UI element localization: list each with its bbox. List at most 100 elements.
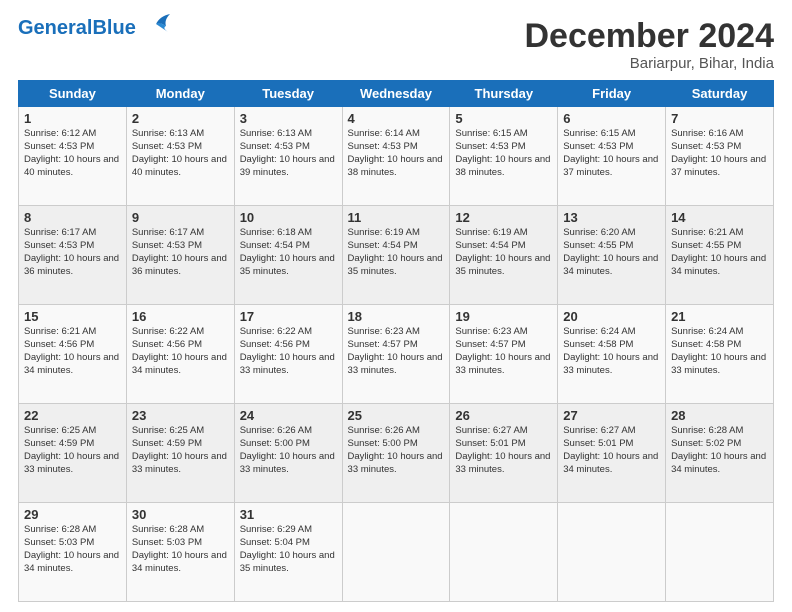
day-number: 1	[24, 111, 121, 126]
day-number: 4	[348, 111, 445, 126]
table-row: 7Sunrise: 6:16 AM Sunset: 4:53 PM Daylig…	[666, 107, 774, 206]
logo-bird-icon	[138, 10, 174, 38]
col-tuesday: Tuesday	[234, 81, 342, 107]
day-number: 10	[240, 210, 337, 225]
table-row: 23 Sunrise: 6:25 AM Sunset: 4:59 PM Dayli…	[126, 404, 234, 503]
table-row: 25 Sunrise: 6:26 AM Sunset: 5:00 PM Dayli…	[342, 404, 450, 503]
day-info: Sunrise: 6:21 AM Sunset: 4:55 PM Dayligh…	[671, 227, 768, 278]
day-info: Sunrise: 6:21 AM Sunset: 4:56 PM Dayligh…	[24, 326, 121, 377]
day-info: Sunrise: 6:25 AM Sunset: 4:59 PM Dayligh…	[24, 425, 121, 476]
table-row: 26Sunrise: 6:27 AM Sunset: 5:01 PM Dayli…	[450, 404, 558, 503]
day-number: 5	[455, 111, 552, 126]
day-number: 14	[671, 210, 768, 225]
title-block: December 2024 Bariarpur, Bihar, India	[524, 18, 774, 72]
day-number: 17	[240, 309, 337, 324]
day-info: Sunrise: 6:18 AM Sunset: 4:54 PM Dayligh…	[240, 227, 337, 278]
table-row: 15Sunrise: 6:21 AM Sunset: 4:56 PM Dayli…	[19, 305, 127, 404]
day-number: 2	[132, 111, 229, 126]
day-info: Sunrise: 6:27 AM Sunset: 5:01 PM Dayligh…	[563, 425, 660, 476]
table-row: 28Sunrise: 6:28 AM Sunset: 5:02 PM Dayli…	[666, 404, 774, 503]
day-number: 21	[671, 309, 768, 324]
table-row: 24Sunrise: 6:26 AM Sunset: 5:00 PM Dayli…	[234, 404, 342, 503]
table-row: 10 Sunrise: 6:18 AM Sunset: 4:54 PM Dayli…	[234, 206, 342, 305]
day-info: Sunrise: 6:25 AM Sunset: 4:59 PM Dayligh…	[132, 425, 229, 476]
day-number: 12	[455, 210, 552, 225]
table-row: 27 Sunrise: 6:27 AM Sunset: 5:01 PM Dayli…	[558, 404, 666, 503]
day-number: 23	[132, 408, 229, 423]
table-row: 13 Sunrise: 6:20 AM Sunset: 4:55 PM Dayli…	[558, 206, 666, 305]
day-info: Sunrise: 6:13 AM Sunset: 4:53 PM Dayligh…	[132, 128, 229, 179]
day-info: Sunrise: 6:23 AM Sunset: 4:57 PM Dayligh…	[455, 326, 552, 377]
table-row: 3 Sunrise: 6:13 AM Sunset: 4:53 PM Daylig…	[234, 107, 342, 206]
col-friday: Friday	[558, 81, 666, 107]
day-info: Sunrise: 6:24 AM Sunset: 4:58 PM Dayligh…	[671, 326, 768, 377]
day-number: 8	[24, 210, 121, 225]
table-row	[666, 503, 774, 602]
table-row: 19 Sunrise: 6:23 AM Sunset: 4:57 PM Dayli…	[450, 305, 558, 404]
day-number: 26	[455, 408, 552, 423]
day-number: 6	[563, 111, 660, 126]
calendar-week-row: 29Sunrise: 6:28 AM Sunset: 5:03 PM Dayli…	[19, 503, 774, 602]
table-row: 20 Sunrise: 6:24 AM Sunset: 4:58 PM Dayli…	[558, 305, 666, 404]
day-number: 22	[24, 408, 121, 423]
table-row: 30Sunrise: 6:28 AM Sunset: 5:03 PM Dayli…	[126, 503, 234, 602]
col-thursday: Thursday	[450, 81, 558, 107]
day-number: 28	[671, 408, 768, 423]
logo-blue: Blue	[92, 17, 135, 39]
month-title: December 2024	[524, 18, 774, 55]
day-info: Sunrise: 6:20 AM Sunset: 4:55 PM Dayligh…	[563, 227, 660, 278]
day-number: 9	[132, 210, 229, 225]
day-number: 30	[132, 507, 229, 522]
calendar-header-row: Sunday Monday Tuesday Wednesday Thursday…	[19, 81, 774, 107]
day-number: 18	[348, 309, 445, 324]
table-row: 5 Sunrise: 6:15 AM Sunset: 4:53 PM Daylig…	[450, 107, 558, 206]
day-info: Sunrise: 6:15 AM Sunset: 4:53 PM Dayligh…	[563, 128, 660, 179]
day-number: 20	[563, 309, 660, 324]
col-sunday: Sunday	[19, 81, 127, 107]
table-row: 17 Sunrise: 6:22 AM Sunset: 4:56 PM Dayli…	[234, 305, 342, 404]
day-info: Sunrise: 6:19 AM Sunset: 4:54 PM Dayligh…	[348, 227, 445, 278]
day-number: 11	[348, 210, 445, 225]
day-number: 3	[240, 111, 337, 126]
day-number: 24	[240, 408, 337, 423]
calendar-week-row: 22 Sunrise: 6:25 AM Sunset: 4:59 PM Dayli…	[19, 404, 774, 503]
logo-text: GeneralBlue	[18, 18, 136, 38]
day-info: Sunrise: 6:29 AM Sunset: 5:04 PM Dayligh…	[240, 524, 337, 575]
table-row: 31 Sunrise: 6:29 AM Sunset: 5:04 PM Dayli…	[234, 503, 342, 602]
day-info: Sunrise: 6:17 AM Sunset: 4:53 PM Dayligh…	[24, 227, 121, 278]
table-row: 2 Sunrise: 6:13 AM Sunset: 4:53 PM Daylig…	[126, 107, 234, 206]
logo: GeneralBlue	[18, 18, 174, 38]
day-info: Sunrise: 6:22 AM Sunset: 4:56 PM Dayligh…	[132, 326, 229, 377]
day-info: Sunrise: 6:14 AM Sunset: 4:53 PM Dayligh…	[348, 128, 445, 179]
calendar-week-row: 15Sunrise: 6:21 AM Sunset: 4:56 PM Dayli…	[19, 305, 774, 404]
table-row: 6 Sunrise: 6:15 AM Sunset: 4:53 PM Daylig…	[558, 107, 666, 206]
day-info: Sunrise: 6:12 AM Sunset: 4:53 PM Dayligh…	[24, 128, 121, 179]
day-number: 25	[348, 408, 445, 423]
location: Bariarpur, Bihar, India	[524, 55, 774, 72]
calendar-week-row: 1 Sunrise: 6:12 AM Sunset: 4:53 PM Daylig…	[19, 107, 774, 206]
day-number: 31	[240, 507, 337, 522]
day-info: Sunrise: 6:28 AM Sunset: 5:03 PM Dayligh…	[24, 524, 121, 575]
day-number: 27	[563, 408, 660, 423]
table-row: 4 Sunrise: 6:14 AM Sunset: 4:53 PM Daylig…	[342, 107, 450, 206]
logo-general: General	[18, 17, 92, 39]
table-row: 14 Sunrise: 6:21 AM Sunset: 4:55 PM Dayli…	[666, 206, 774, 305]
calendar-week-row: 8 Sunrise: 6:17 AM Sunset: 4:53 PM Daylig…	[19, 206, 774, 305]
table-row	[558, 503, 666, 602]
day-number: 13	[563, 210, 660, 225]
day-info: Sunrise: 6:26 AM Sunset: 5:00 PM Dayligh…	[348, 425, 445, 476]
table-row: 22 Sunrise: 6:25 AM Sunset: 4:59 PM Dayli…	[19, 404, 127, 503]
col-monday: Monday	[126, 81, 234, 107]
day-info: Sunrise: 6:24 AM Sunset: 4:58 PM Dayligh…	[563, 326, 660, 377]
day-number: 19	[455, 309, 552, 324]
col-wednesday: Wednesday	[342, 81, 450, 107]
table-row: 18Sunrise: 6:23 AM Sunset: 4:57 PM Dayli…	[342, 305, 450, 404]
table-row	[342, 503, 450, 602]
day-info: Sunrise: 6:22 AM Sunset: 4:56 PM Dayligh…	[240, 326, 337, 377]
table-row: 29Sunrise: 6:28 AM Sunset: 5:03 PM Dayli…	[19, 503, 127, 602]
day-info: Sunrise: 6:13 AM Sunset: 4:53 PM Dayligh…	[240, 128, 337, 179]
day-info: Sunrise: 6:19 AM Sunset: 4:54 PM Dayligh…	[455, 227, 552, 278]
day-info: Sunrise: 6:15 AM Sunset: 4:53 PM Dayligh…	[455, 128, 552, 179]
table-row: 16Sunrise: 6:22 AM Sunset: 4:56 PM Dayli…	[126, 305, 234, 404]
table-row: 11 Sunrise: 6:19 AM Sunset: 4:54 PM Dayli…	[342, 206, 450, 305]
